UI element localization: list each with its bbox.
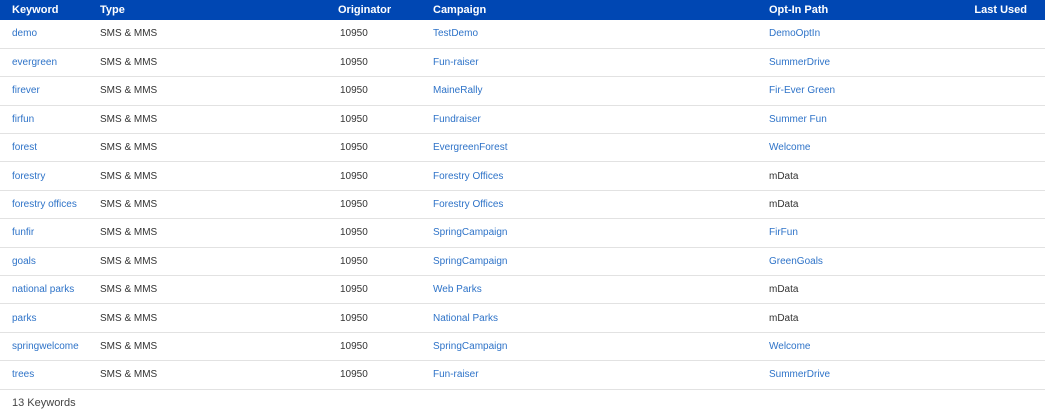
keyword-link[interactable]: parks xyxy=(12,313,36,324)
campaign-link[interactable]: Web Parks xyxy=(433,284,482,295)
campaign-link[interactable]: Forestry Offices xyxy=(433,171,503,182)
opt-in-path-link[interactable]: Fir-Ever Green xyxy=(769,85,835,96)
campaign-link[interactable]: SpringCampaign xyxy=(433,227,508,238)
originator-cell: 10950 xyxy=(340,57,368,69)
keyword-link[interactable]: national parks xyxy=(12,284,74,295)
table-header-row: Keyword Type Originator Campaign Opt-In … xyxy=(0,0,1045,20)
campaign-link[interactable]: TestDemo xyxy=(433,28,478,39)
table-row[interactable]: forestry offices SMS & MMS 10950 Forestr… xyxy=(0,190,1045,219)
table-row[interactable]: trees SMS & MMS 10950 Fun-raiser SummerD… xyxy=(0,361,1045,390)
table-row[interactable]: forest SMS & MMS 10950 EvergreenForest W… xyxy=(0,134,1045,162)
originator-cell: 10950 xyxy=(340,340,368,352)
type-cell: SMS & MMS xyxy=(100,57,158,69)
column-header-last-used[interactable]: Last Used xyxy=(939,0,1045,20)
type-cell: SMS & MMS xyxy=(100,227,158,239)
column-header-opt-in-path[interactable]: Opt-In Path xyxy=(769,0,939,20)
keyword-link[interactable]: evergreen xyxy=(12,57,57,68)
campaign-link[interactable]: SpringCampaign xyxy=(433,341,508,352)
table-row[interactable]: national parks SMS & MMS 10950 Web Parks… xyxy=(0,276,1045,304)
type-cell: SMS & MMS xyxy=(100,170,158,182)
campaign-link[interactable]: SpringCampaign xyxy=(433,256,508,267)
column-header-keyword[interactable]: Keyword xyxy=(0,0,100,20)
table-header: Keyword Type Originator Campaign Opt-In … xyxy=(0,0,1045,20)
opt-in-path-text: mData xyxy=(769,199,799,211)
type-cell: SMS & MMS xyxy=(100,28,158,40)
opt-in-path-link[interactable]: SummerDrive xyxy=(769,369,830,380)
keyword-link[interactable]: trees xyxy=(12,369,34,380)
opt-in-path-link[interactable]: SummerDrive xyxy=(769,57,830,68)
opt-in-path-link[interactable]: Welcome xyxy=(769,142,811,153)
type-cell: SMS & MMS xyxy=(100,284,158,296)
type-cell: SMS & MMS xyxy=(100,113,158,125)
opt-in-path-link[interactable]: GreenGoals xyxy=(769,256,823,267)
originator-cell: 10950 xyxy=(340,369,368,381)
keyword-link[interactable]: goals xyxy=(12,256,36,267)
keywords-table: Keyword Type Originator Campaign Opt-In … xyxy=(0,0,1045,390)
table-row[interactable]: demo SMS & MMS 10950 TestDemo DemoOptIn xyxy=(0,20,1045,49)
keyword-count: 13 Keywords xyxy=(12,397,76,409)
keyword-link[interactable]: funfir xyxy=(12,227,34,238)
keyword-link[interactable]: forestry xyxy=(12,171,45,182)
opt-in-path-link[interactable]: DemoOptIn xyxy=(769,28,820,39)
originator-cell: 10950 xyxy=(340,170,368,182)
campaign-link[interactable]: MaineRally xyxy=(433,85,482,96)
type-cell: SMS & MMS xyxy=(100,369,158,381)
keyword-link[interactable]: forestry offices xyxy=(12,199,77,210)
table-row[interactable]: evergreen SMS & MMS 10950 Fun-raiser Sum… xyxy=(0,48,1045,77)
campaign-link[interactable]: Fundraiser xyxy=(433,114,481,125)
column-header-type[interactable]: Type xyxy=(100,0,200,20)
table-row[interactable]: springwelcome SMS & MMS 10950 SpringCamp… xyxy=(0,332,1045,361)
table-row[interactable]: parks SMS & MMS 10950 National Parks mDa… xyxy=(0,304,1045,333)
originator-cell: 10950 xyxy=(340,255,368,267)
campaign-link[interactable]: Fun-raiser xyxy=(433,369,479,380)
opt-in-path-link[interactable]: Welcome xyxy=(769,341,811,352)
keyword-link[interactable]: demo xyxy=(12,28,37,39)
originator-cell: 10950 xyxy=(340,312,368,324)
keyword-link[interactable]: springwelcome xyxy=(12,341,79,352)
originator-cell: 10950 xyxy=(340,28,368,40)
campaign-link[interactable]: Forestry Offices xyxy=(433,199,503,210)
keyword-link[interactable]: firever xyxy=(12,85,40,96)
campaign-link[interactable]: National Parks xyxy=(433,313,498,324)
type-cell: SMS & MMS xyxy=(100,255,158,267)
campaign-link[interactable]: EvergreenForest xyxy=(433,142,507,153)
opt-in-path-link[interactable]: FirFun xyxy=(769,227,798,238)
originator-cell: 10950 xyxy=(340,85,368,97)
table-row[interactable]: firever SMS & MMS 10950 MaineRally Fir-E… xyxy=(0,77,1045,106)
table-row[interactable]: funfir SMS & MMS 10950 SpringCampaign Fi… xyxy=(0,219,1045,248)
originator-cell: 10950 xyxy=(340,284,368,296)
keyword-link[interactable]: firfun xyxy=(12,114,34,125)
originator-cell: 10950 xyxy=(340,142,368,154)
column-header-originator[interactable]: Originator xyxy=(200,0,433,20)
type-cell: SMS & MMS xyxy=(100,199,158,211)
column-header-campaign[interactable]: Campaign xyxy=(433,0,769,20)
opt-in-path-text: mData xyxy=(769,312,799,324)
opt-in-path-link[interactable]: Summer Fun xyxy=(769,114,827,125)
opt-in-path-text: mData xyxy=(769,284,799,296)
type-cell: SMS & MMS xyxy=(100,85,158,97)
originator-cell: 10950 xyxy=(340,199,368,211)
opt-in-path-text: mData xyxy=(769,170,799,182)
table-row[interactable]: goals SMS & MMS 10950 SpringCampaign Gre… xyxy=(0,247,1045,276)
originator-cell: 10950 xyxy=(340,113,368,125)
table-body: demo SMS & MMS 10950 TestDemo DemoOptIn … xyxy=(0,20,1045,390)
keyword-link[interactable]: forest xyxy=(12,142,37,153)
campaign-link[interactable]: Fun-raiser xyxy=(433,57,479,68)
table-row[interactable]: firfun SMS & MMS 10950 Fundraiser Summer… xyxy=(0,105,1045,134)
type-cell: SMS & MMS xyxy=(100,312,158,324)
table-row[interactable]: forestry SMS & MMS 10950 Forestry Office… xyxy=(0,162,1045,191)
type-cell: SMS & MMS xyxy=(100,142,158,154)
type-cell: SMS & MMS xyxy=(100,340,158,352)
originator-cell: 10950 xyxy=(340,227,368,239)
